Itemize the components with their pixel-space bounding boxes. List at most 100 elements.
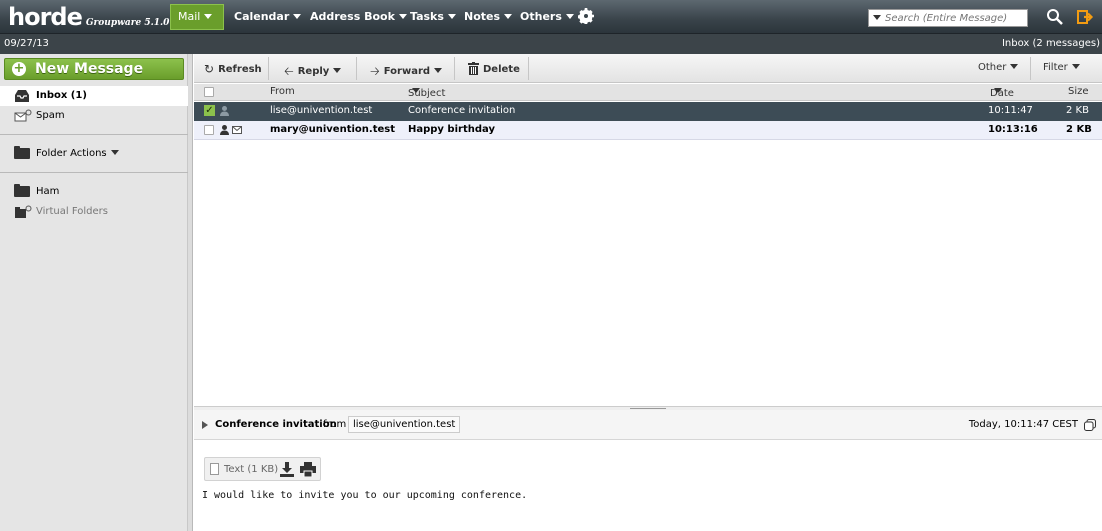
checked-checkbox-icon[interactable]: ✓ <box>204 105 215 116</box>
chevron-down-icon <box>333 68 342 73</box>
chevron-down-icon <box>398 14 407 19</box>
refresh-label: Refresh <box>218 64 262 75</box>
message-row-selected[interactable]: ✓ lise@univention.test Conference invita… <box>194 102 1102 121</box>
chevron-down-icon <box>504 14 513 19</box>
folder-icon <box>14 146 30 159</box>
expand-headers-icon[interactable] <box>202 421 208 429</box>
sidebar-item-ham[interactable]: Ham <box>0 182 188 202</box>
sidebar-item-label: Virtual Folders <box>36 206 108 217</box>
select-all-checkbox[interactable] <box>204 87 214 97</box>
search-scope-dropdown-icon[interactable] <box>873 15 881 20</box>
message-size: 2 KB <box>1066 124 1092 135</box>
menu-tasks-label: Tasks <box>410 10 444 23</box>
divider <box>528 57 529 80</box>
forward-arrow-icon: 🡢 <box>370 64 380 78</box>
other-menu-button[interactable]: Other <box>978 58 1019 79</box>
reply-arrow-icon: 🡠 <box>284 64 294 78</box>
column-from[interactable]: From <box>270 86 295 97</box>
sidebar-item-label: Spam <box>36 110 65 121</box>
preview-from-address[interactable]: lise@univention.test <box>348 416 461 433</box>
virtual-folder-icon <box>14 205 32 219</box>
preview-subject: Conference invitation <box>215 419 337 430</box>
delete-button[interactable]: Delete <box>468 58 520 79</box>
sidebar-item-spam[interactable]: Spam <box>0 106 188 126</box>
plus-icon: + <box>12 61 26 76</box>
folder-sidebar: + New Message Inbox (1) Spam Folder Acti… <box>0 54 188 531</box>
menu-notes[interactable]: Notes <box>464 4 513 30</box>
print-icon[interactable] <box>300 462 316 478</box>
trash-icon <box>468 62 479 76</box>
message-checkbox[interactable] <box>204 125 214 135</box>
inbox-icon <box>14 89 30 103</box>
chevron-down-icon <box>434 68 443 73</box>
menu-others[interactable]: Others <box>520 4 574 30</box>
column-size[interactable]: Size <box>1068 86 1089 97</box>
chevron-down-icon <box>565 14 574 19</box>
folder-actions-menu[interactable]: Folder Actions <box>0 144 188 164</box>
attachment-label[interactable]: Text (1 KB) <box>224 464 278 475</box>
refresh-button[interactable]: ↻ Refresh <box>204 58 262 79</box>
chevron-down-icon <box>110 150 119 155</box>
filter-menu-button[interactable]: Filter <box>1043 58 1080 79</box>
forward-button[interactable]: 🡢 Forward <box>370 58 443 79</box>
message-toolbar: ↻ Refresh 🡠 Reply 🡢 Forward Delete Other Fi… <box>194 54 1102 83</box>
new-message-label: New Message <box>35 61 144 77</box>
menu-notes-label: Notes <box>464 10 501 23</box>
forward-label: Forward <box>383 66 431 77</box>
folder-message-count: Inbox (2 messages) <box>1001 38 1100 49</box>
resize-grip <box>630 408 666 409</box>
chevron-down-icon <box>1010 64 1019 69</box>
other-label: Other <box>978 62 1007 73</box>
logout-icon[interactable] <box>1076 8 1094 26</box>
divider <box>356 57 357 80</box>
message-row-unread[interactable]: mary@univention.test Happy birthday 10:1… <box>194 121 1102 140</box>
chevron-down-icon <box>204 14 213 19</box>
preview-date: Today, 10:11:47 CEST <box>968 419 1078 430</box>
message-from: mary@univention.test <box>270 124 395 135</box>
message-size: 2 KB <box>1066 105 1089 116</box>
horde-logo[interactable]: horde Groupware 5.1.0 <box>8 3 169 31</box>
download-icon[interactable] <box>280 462 294 477</box>
product-version: Groupware 5.1.0 <box>85 18 170 28</box>
folder-actions-label: Folder Actions <box>36 148 107 159</box>
attachment-box: Text (1 KB) <box>204 457 321 481</box>
message-subject: Happy birthday <box>408 124 495 135</box>
divider <box>268 57 269 80</box>
preview-from-word: from <box>323 419 347 430</box>
menu-others-label: Others <box>520 10 562 23</box>
envelope-icon <box>232 126 242 137</box>
menu-mail[interactable]: Mail <box>170 4 224 30</box>
popout-icon[interactable] <box>1084 419 1096 431</box>
menu-tasks[interactable]: Tasks <box>410 4 456 30</box>
reply-button[interactable]: 🡠 Reply <box>284 58 342 79</box>
gear-icon[interactable] <box>578 8 594 24</box>
status-strip: 09/27/13 Inbox (2 messages) <box>0 34 1102 54</box>
divider <box>0 172 188 173</box>
sidebar-item-label: Inbox (1) <box>36 90 87 101</box>
current-date: 09/27/13 <box>4 38 49 49</box>
message-body: I would like to invite you to our upcomi… <box>202 490 528 501</box>
search-input[interactable] <box>885 11 1025 25</box>
filter-label: Filter <box>1043 62 1068 73</box>
divider <box>1030 57 1031 80</box>
chevron-down-icon <box>293 14 302 19</box>
sidebar-item-virtual-folders[interactable]: Virtual Folders <box>0 202 188 222</box>
menu-address-book-label: Address Book <box>310 10 395 23</box>
message-list-header: From Subject Date Size <box>194 84 1102 101</box>
menu-calendar-label: Calendar <box>234 10 290 23</box>
delete-label: Delete <box>483 64 520 75</box>
refresh-icon: ↻ <box>204 62 215 76</box>
menu-address-book[interactable]: Address Book <box>310 4 407 30</box>
message-date: 10:13:16 <box>988 124 1038 135</box>
divider <box>0 134 188 135</box>
logo-text: horde <box>8 3 83 31</box>
new-message-button[interactable]: + New Message <box>4 58 184 80</box>
menu-calendar[interactable]: Calendar <box>234 4 302 30</box>
message-subject: Conference invitation <box>408 105 516 116</box>
search-icon[interactable] <box>1046 8 1064 26</box>
sidebar-resize-handle[interactable] <box>188 54 193 531</box>
person-icon <box>220 106 229 116</box>
divider <box>454 57 455 80</box>
sidebar-item-inbox[interactable]: Inbox (1) <box>0 86 188 106</box>
chevron-down-icon <box>1071 64 1080 69</box>
